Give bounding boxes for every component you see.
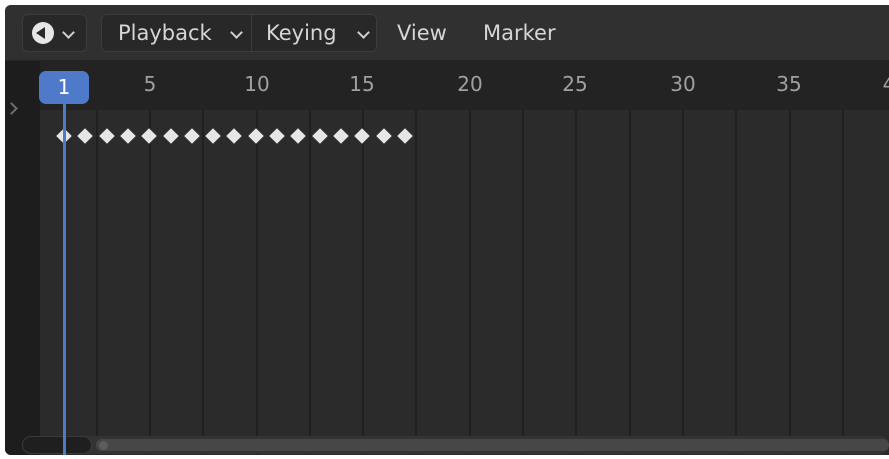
keyframe-marker[interactable] <box>333 128 349 144</box>
clock-icon <box>32 22 54 44</box>
ruler-label: 30 <box>670 72 696 96</box>
keyframe-area[interactable] <box>40 110 889 455</box>
chevron-down-icon <box>357 26 370 39</box>
keyframe-marker[interactable] <box>397 128 413 144</box>
frame-gridline <box>735 110 737 455</box>
keyframe-marker[interactable] <box>120 128 136 144</box>
keyframe-marker[interactable] <box>141 128 157 144</box>
keyframe-marker[interactable] <box>226 128 243 144</box>
frame-gridline <box>96 110 98 455</box>
marker-menu[interactable]: Marker <box>483 14 556 52</box>
frame-gridline <box>415 110 417 455</box>
view-menu[interactable]: View <box>397 14 447 52</box>
ruler-label: 10 <box>244 72 270 96</box>
keyframe-marker[interactable] <box>247 128 264 144</box>
keying-menu-label: Keying <box>266 21 337 45</box>
ruler-label: 25 <box>562 72 588 96</box>
menu-divider <box>251 15 252 51</box>
ruler-label: 15 <box>349 72 375 96</box>
keyframe-marker[interactable] <box>184 128 200 144</box>
keyframe-marker[interactable] <box>77 128 94 144</box>
frame-gridline <box>202 110 204 455</box>
keyframe-marker[interactable] <box>354 128 370 144</box>
keyframe-marker[interactable] <box>375 128 392 144</box>
frame-gridline <box>309 110 311 455</box>
timeline-editor: Playback Keying View Marker 5 10 15 20 2… <box>5 5 889 455</box>
playhead-line[interactable] <box>63 95 66 455</box>
channel-region <box>5 61 40 455</box>
playback-menu-label: Playback <box>118 21 212 45</box>
keyframe-marker[interactable] <box>290 128 307 144</box>
keyframe-marker[interactable] <box>162 128 179 144</box>
frame-gridline <box>682 110 684 455</box>
keying-menu[interactable]: Keying <box>266 15 337 51</box>
menu-group: Playback Keying <box>101 14 377 52</box>
scrollbar-handle-grip[interactable] <box>99 441 108 450</box>
current-frame-indicator[interactable]: 1 <box>39 71 89 104</box>
chevron-down-icon <box>62 26 75 39</box>
frame-gridline <box>842 110 844 455</box>
frame-ruler[interactable]: 5 10 15 20 25 30 35 4 <box>5 61 889 110</box>
frame-gridline <box>522 110 524 455</box>
keyframe-marker[interactable] <box>98 128 115 144</box>
keyframe-marker[interactable] <box>311 128 328 144</box>
editor-type-dropdown[interactable] <box>22 14 87 52</box>
ruler-label: 5 <box>143 72 157 96</box>
timeline-header: Playback Keying View Marker <box>5 5 889 61</box>
keyframe-marker[interactable] <box>205 128 221 144</box>
playback-menu[interactable]: Playback <box>118 15 212 51</box>
frame-gridline <box>629 110 631 455</box>
scrollbar-left-cap <box>22 436 92 454</box>
scrollbar-handle[interactable] <box>96 439 889 451</box>
frame-gridline <box>575 110 577 455</box>
frame-gridline <box>149 110 151 455</box>
frame-gridline <box>789 110 791 455</box>
frame-gridline <box>256 110 258 455</box>
ruler-label: 20 <box>457 72 483 96</box>
ruler-label: 4 <box>883 72 889 96</box>
frame-gridline <box>362 110 364 455</box>
frame-gridline <box>469 110 471 455</box>
ruler-label: 35 <box>776 72 802 96</box>
chevron-down-icon <box>230 26 243 39</box>
keyframe-marker[interactable] <box>269 128 285 144</box>
